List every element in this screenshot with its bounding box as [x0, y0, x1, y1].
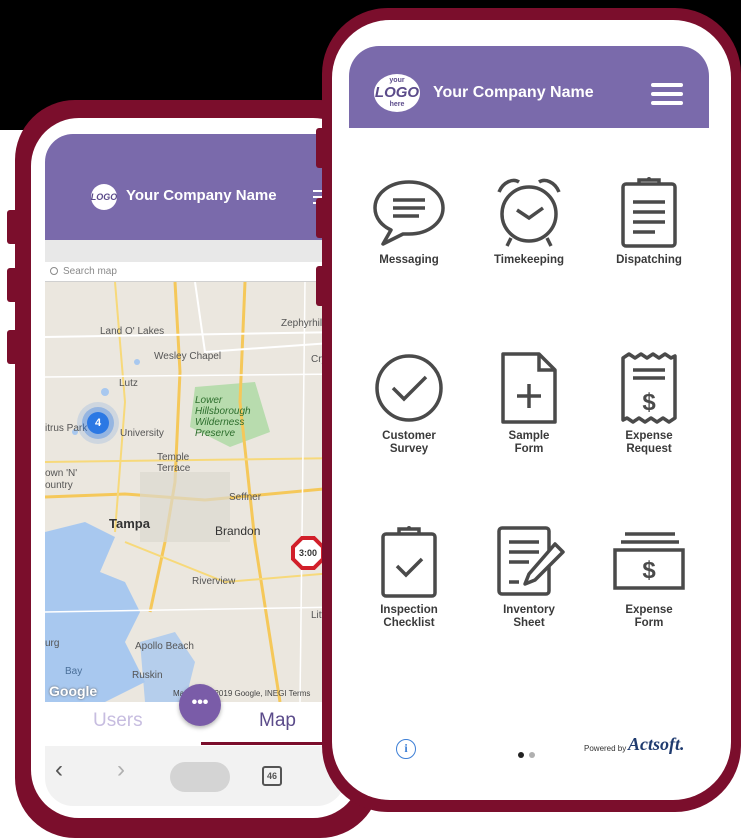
logo-bottom-text: here	[389, 101, 405, 108]
clipboard-list-icon	[621, 177, 677, 248]
side-button	[7, 330, 21, 364]
svg-text:$: $	[642, 557, 656, 584]
speech-bubble-icon	[373, 180, 445, 246]
powered-by-label: Powered by	[584, 744, 627, 753]
chevron-left-icon[interactable]: ‹	[55, 756, 63, 784]
map-label: Land O' Lakes	[100, 326, 165, 337]
map-label: Tampa	[109, 516, 150, 531]
tile-label: Messaging	[379, 254, 439, 266]
front-phone-frame: your LOGO here Your Company Name Messagi…	[316, 8, 741, 812]
marker-time-label: 3:00	[295, 540, 321, 566]
chevron-right-icon[interactable]: ›	[117, 756, 125, 784]
side-button	[316, 198, 330, 238]
tile-label: Inventory Sheet	[503, 604, 555, 629]
search-icon	[50, 267, 58, 275]
map-label: Bay	[65, 666, 83, 677]
app-footer: i Powered by Actsoft.	[349, 728, 709, 788]
info-icon[interactable]: i	[396, 739, 416, 759]
tile-label: Sample Form	[508, 430, 550, 455]
tile-label: Customer Survey	[382, 430, 436, 455]
alarm-clock-icon	[497, 178, 561, 247]
map-label: Apollo Beach	[135, 641, 194, 652]
tile-inventory-sheet[interactable]: Inventory Sheet	[469, 526, 589, 630]
tab-users[interactable]: Users	[93, 710, 143, 732]
browser-toolbar: ‹ › 46	[45, 746, 345, 806]
map-label: Lutz	[119, 378, 138, 389]
map-view[interactable]: Land O' Lakes Wesley Chapel Zephyrhills …	[45, 282, 345, 702]
map-label: Ruskin	[132, 670, 163, 681]
tile-dispatching[interactable]: Dispatching	[589, 176, 709, 267]
map-label: University	[120, 428, 164, 439]
tile-label: Dispatching	[616, 254, 682, 266]
actsoft-logo: Actsoft.	[628, 734, 685, 754]
map-label: Wesley Chapel	[154, 351, 222, 362]
receipt-dollar-icon: $	[621, 352, 677, 424]
map-label: Riverview	[192, 576, 236, 587]
clipboard-check-icon	[381, 526, 437, 598]
home-button[interactable]	[170, 762, 230, 792]
tile-label: Timekeeping	[493, 254, 565, 266]
map-label: own 'N' ountry	[45, 468, 78, 491]
front-phone-screen: your LOGO here Your Company Name Messagi…	[349, 46, 709, 788]
tile-messaging[interactable]: Messaging	[349, 176, 469, 267]
tile-label: Expense Request	[625, 430, 673, 455]
search-placeholder: Search map	[63, 266, 117, 277]
page-indicator	[518, 745, 540, 763]
tile-expense-form[interactable]: $ Expense Form	[589, 526, 709, 630]
app-tile-grid: Messaging Timekeeping Dispatching Custom…	[349, 128, 709, 728]
tile-customer-survey[interactable]: Customer Survey	[349, 352, 469, 456]
side-button	[316, 128, 330, 168]
side-button	[7, 210, 21, 244]
map-label: Temple Terrace	[157, 452, 191, 474]
tile-sample-form[interactable]: Sample Form	[469, 352, 589, 456]
back-phone-screen: LOGO Your Company Name Search map Land O…	[45, 134, 345, 806]
check-circle-icon	[375, 354, 443, 422]
logo-text: LOGO	[374, 84, 420, 101]
side-button	[316, 266, 330, 306]
map-label: Lower Hillsborough Wilderness Preserve	[195, 395, 251, 439]
cash-stack-icon: $	[613, 532, 685, 590]
page-dot-active[interactable]	[518, 752, 524, 758]
header-strip	[45, 240, 345, 262]
svg-text:$: $	[642, 389, 656, 416]
tile-label: Inspection Checklist	[380, 604, 438, 629]
company-name: Your Company Name	[433, 84, 594, 101]
document-edit-icon	[497, 526, 565, 596]
company-name: Your Company Name	[126, 187, 277, 204]
company-logo: your LOGO here	[374, 74, 420, 112]
google-logo: Google	[49, 683, 98, 699]
search-input[interactable]: Search map	[45, 262, 345, 282]
map-cluster-marker[interactable]: 4	[87, 412, 109, 434]
tabs-count-button[interactable]: 46	[262, 766, 282, 786]
hamburger-icon[interactable]	[651, 83, 683, 107]
map-label: Seffner	[229, 492, 262, 503]
app-header: LOGO Your Company Name	[45, 134, 345, 240]
company-logo: LOGO	[91, 184, 117, 210]
add-document-icon	[501, 352, 557, 424]
map-label: urg	[45, 638, 60, 649]
page-dot[interactable]	[529, 752, 535, 758]
map-label: Brandon	[215, 524, 261, 538]
more-actions-button[interactable]: •••	[179, 684, 221, 726]
tile-label: Expense Form	[625, 604, 673, 629]
side-button	[7, 268, 21, 302]
map-canvas	[45, 282, 345, 702]
tile-expense-request[interactable]: $ Expense Request	[589, 352, 709, 456]
tab-map[interactable]: Map	[259, 710, 296, 732]
map-label: itrus Park	[45, 423, 88, 434]
tile-inspection-checklist[interactable]: Inspection Checklist	[349, 526, 469, 630]
app-header: your LOGO here Your Company Name	[349, 46, 709, 128]
tile-timekeeping[interactable]: Timekeeping	[469, 176, 589, 267]
